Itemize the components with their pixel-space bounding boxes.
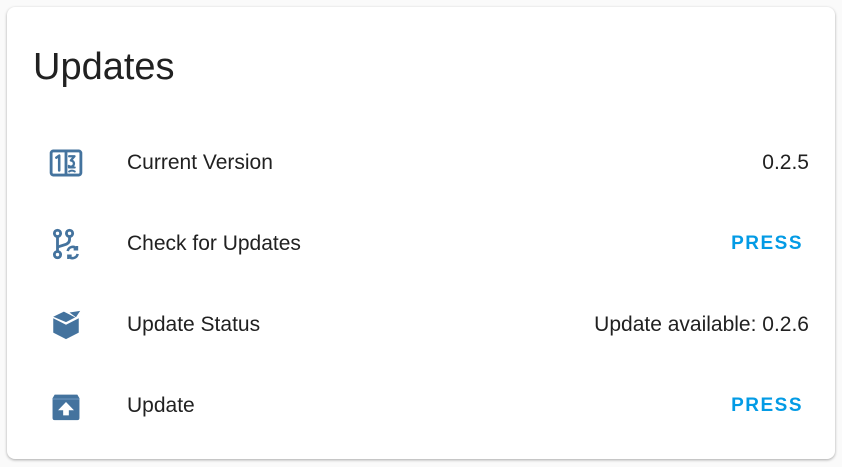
updates-card: Updates Current Version 0.2.5 Check for … bbox=[7, 7, 835, 459]
entity-row-update-status[interactable]: Update Status Update available: 0.2.6 bbox=[7, 296, 835, 352]
package-up-icon bbox=[49, 389, 83, 423]
entity-row-current-version[interactable]: Current Version 0.2.5 bbox=[7, 134, 835, 190]
check-for-updates-press-button[interactable]: PRESS bbox=[719, 225, 815, 263]
entity-row-check-for-updates: Check for Updates PRESS bbox=[7, 215, 835, 271]
row-label: Current Version bbox=[127, 151, 273, 174]
update-press-button[interactable]: PRESS bbox=[719, 387, 815, 425]
row-label: Check for Updates bbox=[127, 232, 301, 255]
numeric-icon bbox=[49, 146, 83, 180]
row-label: Update bbox=[127, 394, 195, 417]
source-branch-sync-icon bbox=[49, 227, 83, 261]
row-label: Update Status bbox=[127, 313, 261, 336]
current-version-value: 0.2.5 bbox=[762, 151, 809, 174]
card-title: Updates bbox=[33, 46, 175, 88]
package-icon bbox=[49, 308, 83, 342]
entity-row-update: Update PRESS bbox=[7, 377, 835, 433]
update-status-value: Update available: 0.2.6 bbox=[594, 313, 809, 336]
